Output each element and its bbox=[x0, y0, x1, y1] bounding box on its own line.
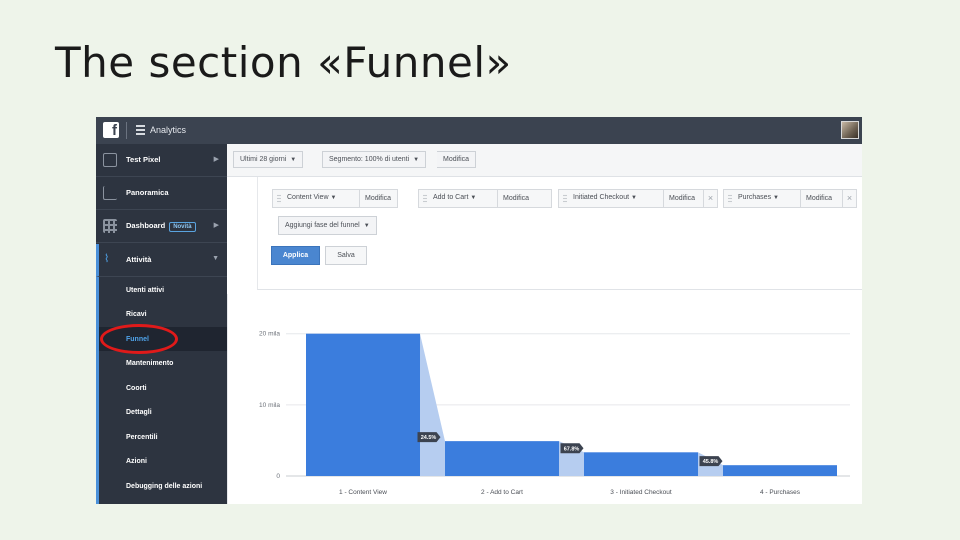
x-tick-label: 1 - Content View bbox=[339, 489, 387, 496]
step-name[interactable]: Initiated Checkout ▼ bbox=[573, 194, 637, 201]
sidebar-item-dashboard[interactable]: Dashboard Novità ▶ bbox=[96, 210, 227, 243]
sidebar-subitem-percentili[interactable]: Percentili bbox=[126, 434, 158, 441]
step-name[interactable]: Purchases ▼ bbox=[738, 194, 779, 201]
chevron-right-icon: ▶ bbox=[213, 222, 219, 229]
save-button[interactable]: Salva bbox=[325, 246, 367, 265]
sidebar-subitem-ricavi[interactable]: Ricavi bbox=[126, 311, 147, 318]
sidebar-subitem-utenti-attivi[interactable]: Utenti attivi bbox=[126, 287, 164, 294]
conversion-label: 24.5% bbox=[421, 435, 437, 441]
drag-handle-icon[interactable] bbox=[423, 194, 427, 204]
topbar-divider bbox=[126, 122, 127, 139]
drag-handle-icon[interactable] bbox=[277, 194, 281, 204]
facebook-logo-icon[interactable]: f bbox=[103, 122, 119, 139]
funnel-step-content-view[interactable]: Content View ▼ Modifica bbox=[272, 189, 398, 208]
sidebar-item-label: Test Pixel bbox=[126, 155, 161, 164]
conversion-label: 67.8% bbox=[564, 446, 580, 452]
step-name[interactable]: Content View ▼ bbox=[287, 194, 336, 201]
remove-step-icon[interactable]: × bbox=[703, 190, 717, 207]
drag-handle-icon[interactable] bbox=[563, 194, 567, 204]
funnel-bar bbox=[445, 441, 559, 476]
top-bar: f Analytics bbox=[96, 117, 862, 144]
drag-handle-icon[interactable] bbox=[728, 194, 732, 204]
sidebar-subitem-debugging[interactable]: Debugging delle azioni bbox=[126, 483, 202, 490]
user-avatar[interactable] bbox=[841, 121, 859, 139]
sidebar: Test Pixel ▶ Panoramica Dashboard Novità … bbox=[96, 144, 227, 504]
slide-title: The section «Funnel» bbox=[55, 38, 512, 87]
sidebar-item-test-pixel[interactable]: Test Pixel ▶ bbox=[96, 144, 227, 177]
remove-step-icon[interactable]: × bbox=[842, 190, 856, 207]
main-content: Ultimi 28 giorni ▼ Segmento: 100% di uten… bbox=[227, 144, 862, 504]
sidebar-item-label: Panoramica bbox=[126, 188, 169, 197]
sidebar-item-label: Attività bbox=[126, 255, 152, 264]
apply-button[interactable]: Applica bbox=[271, 246, 320, 265]
y-tick-label: 10 mila bbox=[259, 402, 280, 409]
filter-toolbar: Ultimi 28 giorni ▼ Segmento: 100% di uten… bbox=[227, 144, 862, 177]
y-tick-label: 0 bbox=[276, 473, 280, 480]
sidebar-item-panoramica[interactable]: Panoramica bbox=[96, 177, 227, 210]
pulse-icon: ⌇ bbox=[104, 253, 110, 265]
x-tick-label: 3 - Initiated Checkout bbox=[610, 489, 672, 496]
funnel-chart: 0 10 mila 20 mila 1 - Content View 2 - Add t… bbox=[227, 294, 862, 504]
highlight-circle bbox=[100, 324, 178, 354]
funnel-step-add-to-cart[interactable]: Add to Cart ▼ Modifica bbox=[418, 189, 552, 208]
step-name[interactable]: Add to Cart ▼ bbox=[433, 194, 476, 201]
sidebar-subitem-dettagli[interactable]: Dettagli bbox=[126, 409, 152, 416]
segment-edit-button[interactable]: Modifica bbox=[437, 151, 477, 168]
sidebar-subitem-mantenimento[interactable]: Mantenimento bbox=[126, 360, 173, 367]
new-badge: Novità bbox=[169, 222, 196, 232]
funnel-bar bbox=[723, 465, 837, 476]
step-edit-button[interactable]: Modifica bbox=[800, 190, 832, 207]
activity-section bbox=[96, 244, 227, 504]
chart-icon bbox=[103, 186, 117, 200]
x-tick-label: 2 - Add to Cart bbox=[481, 489, 523, 496]
sidebar-subitem-azioni[interactable]: Azioni bbox=[126, 458, 147, 465]
analytics-screenshot: f Analytics Test Pixel ▶ Panoramica Dash… bbox=[96, 117, 862, 504]
add-funnel-step-dropdown[interactable]: Aggiungi fase del funnel ▼ bbox=[278, 216, 377, 235]
segment-dropdown[interactable]: Segmento: 100% di utenti ▼ bbox=[322, 151, 427, 168]
funnel-step-initiated-checkout[interactable]: Initiated Checkout ▼ Modifica × bbox=[558, 189, 718, 208]
caret-down-icon: ▼ bbox=[363, 223, 370, 229]
conversion-label: 45.8% bbox=[703, 459, 719, 465]
sidebar-item-attivita[interactable]: ⌇ Attività ▼ bbox=[96, 244, 227, 277]
hamburger-menu-icon[interactable] bbox=[136, 125, 145, 135]
funnel-bar bbox=[306, 333, 420, 476]
step-edit-button[interactable]: Modifica bbox=[359, 190, 391, 207]
caret-down-icon: ▼ bbox=[413, 157, 420, 163]
chevron-right-icon: ▶ bbox=[213, 156, 219, 163]
step-edit-button[interactable]: Modifica bbox=[497, 190, 529, 207]
step-edit-button[interactable]: Modifica bbox=[663, 190, 695, 207]
funnel-step-purchases[interactable]: Purchases ▼ Modifica × bbox=[723, 189, 857, 208]
chevron-down-icon: ▼ bbox=[212, 255, 219, 262]
funnel-bar bbox=[584, 452, 698, 476]
grid-icon bbox=[103, 219, 117, 233]
date-range-dropdown[interactable]: Ultimi 28 giorni ▼ bbox=[233, 151, 304, 168]
funnel-chart-svg: 0 10 mila 20 mila 1 - Content View 2 - Add t… bbox=[259, 331, 850, 496]
funnel-steps-panel: Content View ▼ Modifica Add to Cart ▼ Mo… bbox=[257, 177, 862, 290]
caret-down-icon: ▼ bbox=[290, 157, 297, 163]
x-tick-label: 4 - Purchases bbox=[760, 489, 801, 496]
sidebar-subitem-coorti[interactable]: Coorti bbox=[126, 385, 147, 392]
pixel-icon bbox=[103, 153, 117, 167]
app-title: Analytics bbox=[150, 125, 187, 135]
y-tick-label: 20 mila bbox=[259, 331, 280, 338]
sidebar-item-label: Dashboard Novità bbox=[126, 221, 196, 232]
